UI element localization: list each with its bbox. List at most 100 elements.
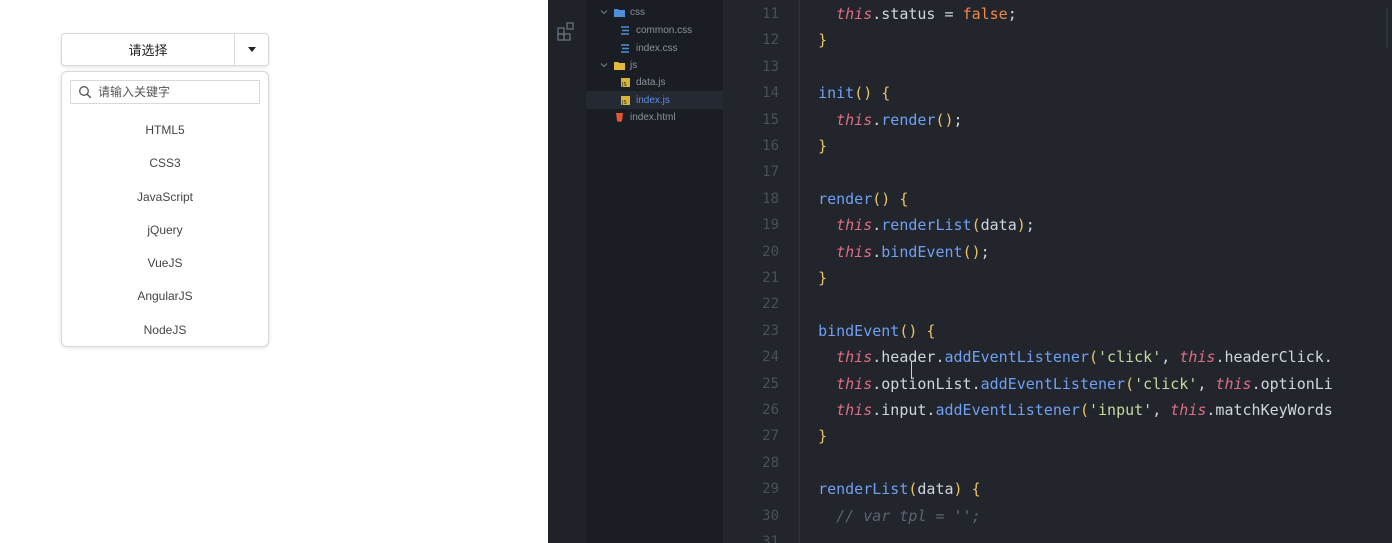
code-token: } bbox=[818, 137, 828, 155]
option-item[interactable]: CSS3 bbox=[62, 150, 268, 183]
line-number: 23 bbox=[762, 322, 779, 339]
folder-open-icon bbox=[614, 61, 625, 70]
code-token: this bbox=[836, 110, 873, 129]
code-token: ( bbox=[971, 216, 981, 235]
line-number: 15 bbox=[762, 111, 779, 128]
code-line: this.status = false; bbox=[800, 1, 1017, 27]
code-token: this bbox=[836, 374, 873, 393]
js-file-icon: JS bbox=[621, 95, 630, 105]
code-token: this bbox=[836, 216, 873, 235]
code-line: render() { bbox=[800, 186, 908, 212]
code-token: .input. bbox=[872, 401, 936, 419]
tree-item-js-folder[interactable]: js bbox=[586, 56, 737, 74]
line-number: 27 bbox=[762, 428, 779, 445]
search-box[interactable] bbox=[70, 80, 260, 104]
code-token: data bbox=[917, 480, 954, 499]
minimap-icon bbox=[1386, 8, 1388, 48]
option-item[interactable]: VueJS bbox=[62, 250, 268, 283]
code-token: () bbox=[935, 110, 954, 129]
option-item[interactable]: AngularJS bbox=[62, 283, 268, 316]
code-token: this bbox=[836, 401, 873, 419]
code-token: } bbox=[818, 31, 828, 50]
chevron-down-icon bbox=[600, 10, 608, 15]
code-token: data bbox=[980, 216, 1017, 235]
css-file-icon bbox=[621, 25, 629, 35]
line-number: 22 bbox=[762, 296, 779, 313]
code-line: } bbox=[800, 133, 827, 159]
code-line: // var tpl = ''; bbox=[800, 503, 981, 529]
code-token: bindEvent bbox=[881, 242, 963, 261]
code-token: () { bbox=[854, 84, 891, 103]
code-token: this bbox=[1170, 401, 1207, 419]
code-token: ; bbox=[1025, 216, 1035, 235]
file-explorer: css common.css index.css js JS data.js J… bbox=[586, 0, 757, 543]
code-token: .header. bbox=[872, 348, 945, 367]
code-token: addEventListener bbox=[980, 374, 1126, 393]
code-token: addEventListener bbox=[944, 348, 1090, 367]
code-token: render bbox=[818, 189, 873, 208]
code-token: .matchKeyWords bbox=[1206, 401, 1333, 419]
code-token: init bbox=[818, 84, 855, 103]
code-line: this.render(); bbox=[800, 107, 962, 133]
code-area[interactable]: this.status = false; } init() { this.ren… bbox=[800, 0, 1392, 543]
code-token: . bbox=[872, 110, 882, 129]
code-token: this bbox=[1215, 374, 1252, 393]
line-number: 25 bbox=[762, 375, 779, 392]
code-line: } bbox=[800, 423, 827, 449]
dropdown-toggle-button[interactable] bbox=[234, 34, 268, 65]
code-token: render bbox=[881, 110, 936, 129]
option-item[interactable]: HTML5 bbox=[62, 117, 268, 150]
code-token: renderList bbox=[818, 480, 909, 499]
code-token: renderList bbox=[881, 216, 972, 235]
line-number: 16 bbox=[762, 138, 779, 154]
line-number: 11 bbox=[762, 6, 779, 22]
code-token: .optionList. bbox=[872, 374, 981, 393]
line-number: 24 bbox=[762, 349, 779, 366]
code-token: bindEvent bbox=[818, 321, 900, 340]
code-token: ( bbox=[1089, 348, 1099, 367]
tree-item-css-folder[interactable]: css bbox=[586, 3, 737, 21]
chevron-down-icon bbox=[600, 63, 608, 68]
option-item[interactable]: JavaScript bbox=[62, 184, 268, 217]
search-input[interactable] bbox=[98, 82, 248, 102]
dropdown-panel: HTML5 CSS3 JavaScript jQuery VueJS Angul… bbox=[61, 71, 269, 347]
option-item[interactable]: NodeJS bbox=[62, 317, 268, 350]
file-name: index.js bbox=[636, 94, 670, 106]
code-token: . bbox=[872, 216, 882, 235]
line-number-gutter: 11 12 13 14 15 16 17 18 19 20 21 22 23 24 25 26 27 28 29 30… bbox=[723, 0, 800, 543]
file-name: common.css bbox=[636, 24, 693, 36]
code-token: ) bbox=[1016, 216, 1026, 235]
code-token: false bbox=[962, 5, 1008, 23]
code-token: this bbox=[836, 5, 873, 23]
code-token: 'click' bbox=[1134, 374, 1198, 393]
code-token: addEventListener bbox=[935, 401, 1080, 419]
option-list: HTML5 CSS3 JavaScript jQuery VueJS Angul… bbox=[62, 117, 268, 350]
code-token: } bbox=[818, 269, 828, 287]
search-icon bbox=[79, 86, 92, 99]
folder-icon bbox=[614, 8, 625, 17]
line-number: 17 bbox=[762, 164, 779, 181]
code-line: } bbox=[800, 27, 827, 53]
line-number: 21 bbox=[762, 270, 779, 286]
code-token: ; bbox=[980, 242, 990, 261]
line-number: 28 bbox=[762, 454, 779, 471]
caret-down-icon bbox=[247, 47, 256, 52]
option-item[interactable]: jQuery bbox=[62, 217, 268, 250]
code-token: , bbox=[1152, 401, 1171, 419]
extensions-icon[interactable] bbox=[556, 21, 578, 43]
code-line: init() { bbox=[800, 80, 890, 106]
line-number: 30 bbox=[762, 507, 779, 524]
code-token: ( bbox=[1125, 374, 1135, 393]
select-header[interactable]: 请选择 bbox=[61, 33, 269, 66]
select-value[interactable]: 请选择 bbox=[62, 34, 234, 65]
line-number: 14 bbox=[762, 85, 779, 102]
